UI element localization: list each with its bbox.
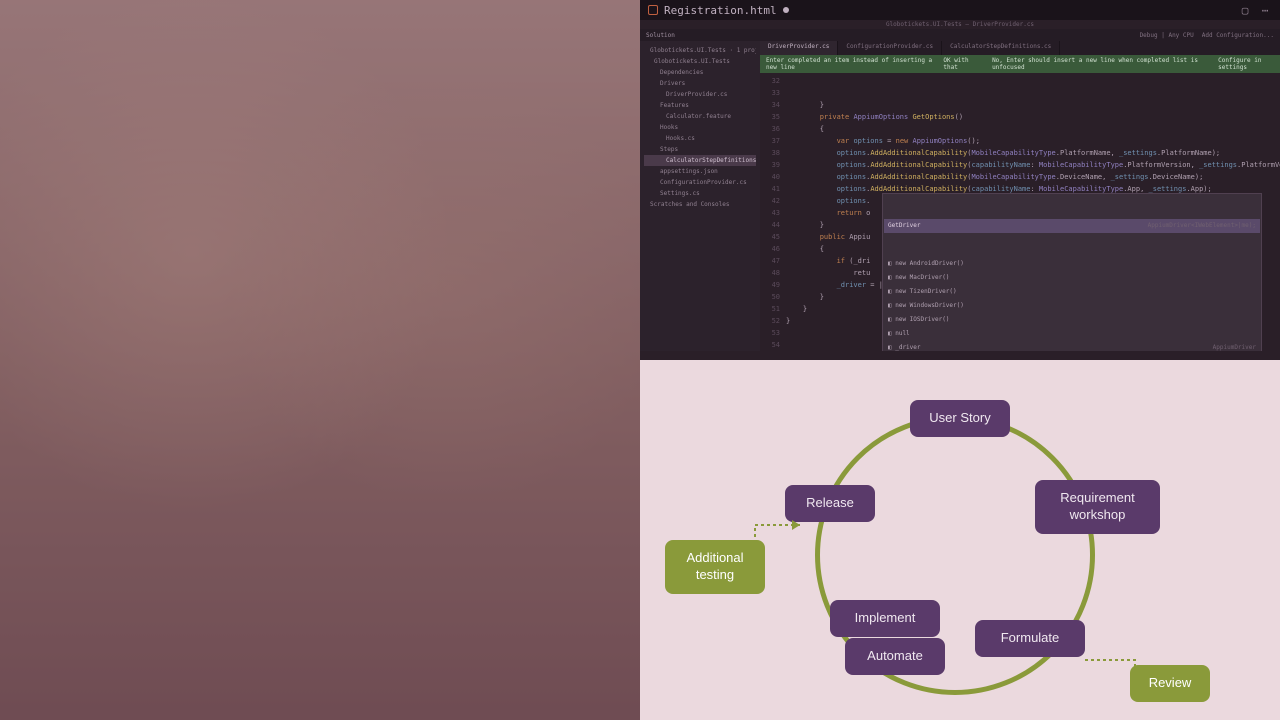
code-line[interactable]: options.AddAdditionalCapability(MobileCa…	[786, 147, 1280, 159]
code-line[interactable]: options.AddAdditionalCapability(capabili…	[786, 159, 1280, 171]
code-area[interactable]: } private AppiumOptions GetOptions() { v…	[786, 75, 1280, 351]
solution-dropdown[interactable]: Solution	[646, 32, 675, 39]
code-editor[interactable]: 3233343536373839404142434445464748495051…	[760, 73, 1280, 351]
diagram-panel: User Story Requirement workshop Formulat…	[640, 360, 1280, 720]
tree-config-provider[interactable]: ConfigurationProvider.cs	[644, 177, 756, 188]
node-requirement: Requirement workshop	[1035, 480, 1160, 534]
dotted-connector-icon	[750, 520, 810, 580]
run-config-dropdown[interactable]: Debug | Any CPU	[1140, 32, 1194, 39]
code-line[interactable]: options.AddAdditionalCapability(MobileCa…	[786, 171, 1280, 183]
popup-item[interactable]: ◧ new AndroidDriver()	[884, 257, 1260, 271]
add-config-button[interactable]: Add Configuration...	[1202, 32, 1274, 39]
tree-hooks-file[interactable]: Hooks.cs	[644, 133, 756, 144]
ide-window-title: Registration.html	[664, 4, 777, 17]
tree-steps-file[interactable]: CalculatorStepDefinitions.cs	[644, 155, 756, 166]
window-menu-icon[interactable]: ⋯	[1258, 3, 1272, 17]
project-tree[interactable]: Globotickets.UI.Tests · 1 project Globot…	[640, 41, 760, 351]
line-gutter: 3233343536373839404142434445464748495051…	[760, 75, 786, 351]
popup-item[interactable]: ◧ new TizenDriver()	[884, 285, 1260, 299]
hint-config-link[interactable]: Configure in settings	[1218, 57, 1280, 71]
tree-hooks[interactable]: Hooks	[644, 122, 756, 133]
modified-indicator-icon	[783, 7, 789, 13]
ide-panel: Registration.html ▢ ⋯ Globotickets.UI.Te…	[640, 0, 1280, 360]
tree-drivers[interactable]: Drivers	[644, 78, 756, 89]
ide-subtitle: Globotickets.UI.Tests — DriverProvider.c…	[640, 20, 1280, 29]
node-formulate: Formulate	[975, 620, 1085, 657]
code-line[interactable]: private AppiumOptions GetOptions()	[786, 111, 1280, 123]
tree-calc-feature[interactable]: Calculator.feature	[644, 111, 756, 122]
tree-steps[interactable]: Steps	[644, 144, 756, 155]
editor-tab[interactable]: CalculatorStepDefinitions.cs	[942, 41, 1060, 55]
intellisense-popup[interactable]: GetDriver AppiumDriver<IWebElement>|me);…	[882, 193, 1262, 351]
popup-item[interactable]: ◧ new WindowsDriver()	[884, 299, 1260, 313]
ide-titlebar: Registration.html ▢ ⋯	[640, 0, 1280, 20]
hint-ok-button[interactable]: OK with that	[943, 57, 982, 71]
node-implement: Implement	[830, 600, 940, 637]
photo-panel	[0, 0, 640, 720]
ide-toolbar: Solution Debug | Any CPU Add Configurati…	[640, 29, 1280, 41]
node-release: Release	[785, 485, 875, 522]
node-user-story: User Story	[910, 400, 1010, 437]
ide-app-icon	[648, 5, 658, 15]
popup-item[interactable]: ◧ new MacDriver()	[884, 271, 1260, 285]
editor-tab[interactable]: ConfigurationProvider.cs	[838, 41, 942, 55]
popup-item[interactable]: ◧ _driverAppiumDriver	[884, 341, 1260, 351]
editor-tab[interactable]: DriverProvider.cs	[760, 41, 838, 55]
code-line[interactable]: }	[786, 99, 1280, 111]
code-line[interactable]: var options = new AppiumOptions();	[786, 135, 1280, 147]
tree-scratches[interactable]: Scratches and Consoles	[644, 199, 756, 210]
popup-item[interactable]: ◧ new IOSDriver()	[884, 313, 1260, 327]
hint-text: Enter completed an item instead of inser…	[766, 57, 943, 71]
popup-item[interactable]: ◧ null	[884, 327, 1260, 341]
tree-settings[interactable]: Settings.cs	[644, 188, 756, 199]
tree-deps[interactable]: Dependencies	[644, 67, 756, 78]
code-line[interactable]: {	[786, 123, 1280, 135]
dotted-connector-icon	[1080, 655, 1150, 705]
tree-root[interactable]: Globotickets.UI.Tests · 1 project	[644, 45, 756, 56]
tree-features[interactable]: Features	[644, 100, 756, 111]
editor-hint-bar: Enter completed an item instead of inser…	[760, 55, 1280, 73]
popup-selected[interactable]: GetDriver AppiumDriver<IWebElement>|me);	[884, 219, 1260, 233]
window-minimize-icon[interactable]: ▢	[1238, 3, 1252, 17]
node-automate: Automate	[845, 638, 945, 675]
tree-project[interactable]: Globotickets.UI.Tests	[644, 56, 756, 67]
hint-no-button[interactable]: No, Enter should insert a new line when …	[992, 57, 1208, 71]
editor-tabs: DriverProvider.cs ConfigurationProvider.…	[760, 41, 1280, 55]
tree-appsettings[interactable]: appsettings.json	[644, 166, 756, 177]
tree-driver-file[interactable]: DriverProvider.cs	[644, 89, 756, 100]
photo-tint-overlay	[0, 0, 640, 720]
